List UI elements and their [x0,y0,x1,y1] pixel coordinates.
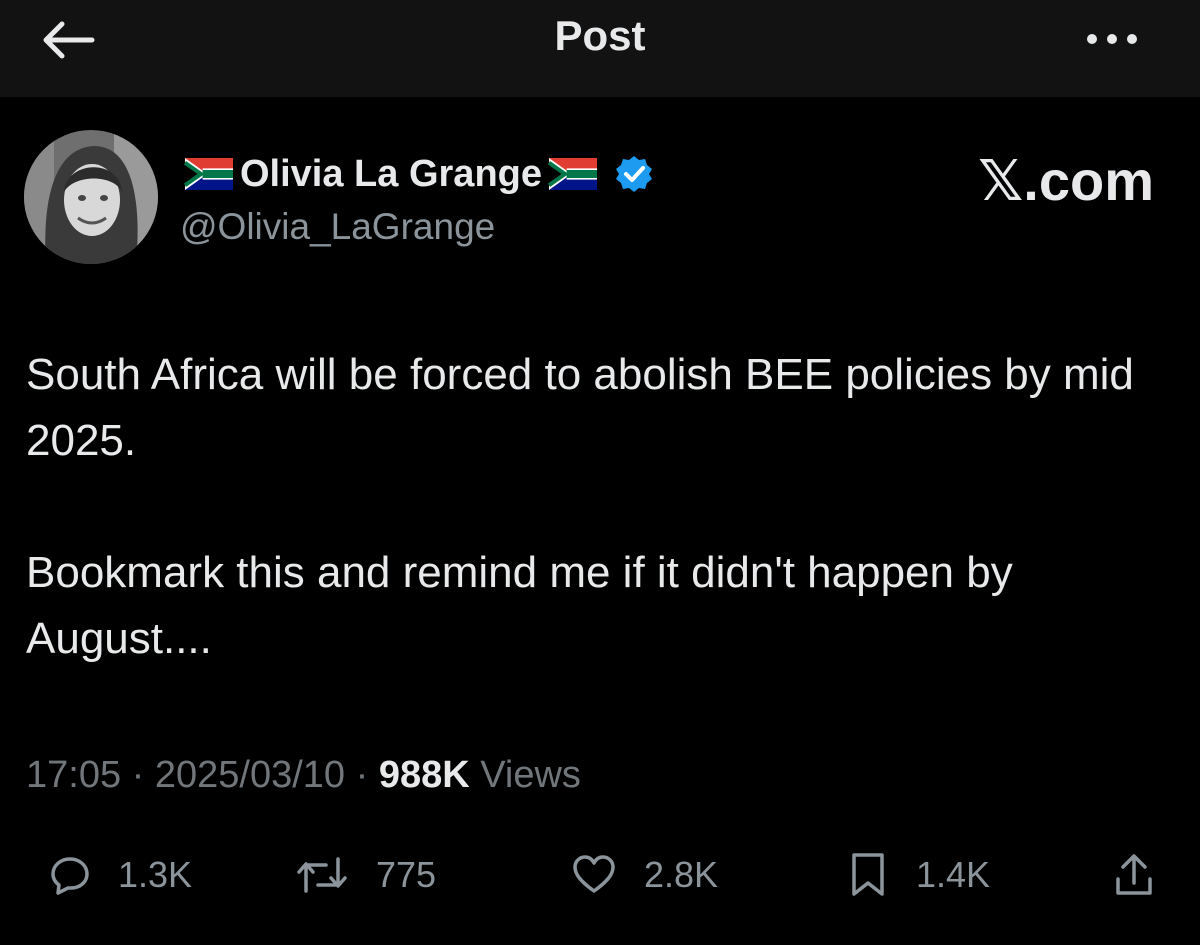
top-bar: Post [0,0,1200,97]
share-button[interactable] [1114,848,1154,902]
author-display-name[interactable]: Olivia La Grange [240,153,542,196]
more-options-button[interactable] [1082,24,1142,54]
like-count: 2.8K [644,854,719,895]
views-count[interactable]: 988K [379,754,470,796]
post-paragraph: Bookmark this and remind me if it didn't… [26,548,1013,663]
meta-separator: · [121,754,155,796]
back-button[interactable] [40,20,96,60]
verified-badge-icon [616,156,652,192]
author-handle[interactable]: @Olivia_LaGrange [180,206,495,248]
views-label: Views [480,754,581,796]
south-africa-flag-icon [184,158,233,190]
avatar-image [24,130,158,264]
post-body: South Africa will be forced to abolish B… [26,342,1186,672]
south-africa-flag-icon [548,158,597,190]
like-button[interactable]: 2.8K [572,848,718,902]
reply-icon [51,857,89,895]
heart-icon [573,855,615,893]
meta-separator: · [345,754,379,796]
repost-count: 775 [376,854,437,895]
reply-count: 1.3K [118,854,193,895]
more-horizontal-icon [1087,34,1137,44]
post-time[interactable]: 17:05 [26,754,121,796]
page-title: Post [554,12,646,59]
repost-button[interactable]: 775 [296,848,436,902]
avatar[interactable] [24,130,158,264]
x-com-watermark: 𝕏.com [978,149,1154,212]
action-bar: 1.3K 775 2.8K 1.4K [0,840,1200,910]
reply-button[interactable]: 1.3K [50,848,192,902]
bookmark-icon [852,853,884,896]
author-name-row[interactable]: Olivia La Grange [184,150,654,198]
repost-icon [297,857,347,893]
arrow-left-icon [43,21,95,59]
post-date[interactable]: 2025/03/10 [155,754,345,796]
post-paragraph: South Africa will be forced to abolish B… [26,350,1134,465]
share-icon [1116,854,1152,895]
bookmark-button[interactable]: 1.4K [848,848,990,902]
post-meta: 17:05 · 2025/03/10 · 988K Views [26,754,581,797]
bookmark-count: 1.4K [916,854,991,895]
